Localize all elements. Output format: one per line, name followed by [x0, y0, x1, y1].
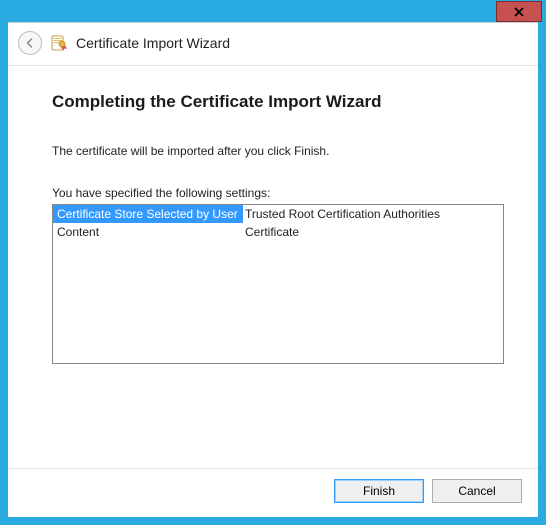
settings-label: You have specified the following setting… — [52, 186, 504, 200]
window-close-button[interactable] — [496, 1, 542, 22]
close-icon — [514, 7, 524, 17]
window-titlebar — [0, 0, 546, 22]
page-heading: Completing the Certificate Import Wizard — [52, 92, 504, 112]
back-arrow-icon — [24, 37, 36, 49]
wizard-content: Completing the Certificate Import Wizard… — [8, 66, 538, 468]
wizard-title: Certificate Import Wizard — [76, 35, 230, 51]
back-button[interactable] — [18, 31, 42, 55]
settings-list[interactable]: Certificate Store Selected by UserTruste… — [52, 204, 504, 364]
wizard-header: Certificate Import Wizard — [8, 23, 538, 66]
finish-button[interactable]: Finish — [334, 479, 424, 503]
wizard-frame: Certificate Import Wizard Completing the… — [8, 22, 538, 517]
wizard-footer: Finish Cancel — [8, 468, 538, 517]
settings-row[interactable]: ContentCertificate — [53, 223, 503, 241]
cancel-button[interactable]: Cancel — [432, 479, 522, 503]
settings-row-name: Certificate Store Selected by User — [53, 205, 243, 223]
settings-row-value: Certificate — [243, 223, 503, 241]
wizard-window: Certificate Import Wizard Completing the… — [0, 0, 546, 525]
settings-row[interactable]: Certificate Store Selected by UserTruste… — [53, 205, 503, 223]
certificate-icon — [50, 34, 68, 52]
settings-row-name: Content — [53, 223, 243, 241]
settings-row-value: Trusted Root Certification Authorities — [243, 205, 503, 223]
page-description: The certificate will be imported after y… — [52, 144, 504, 158]
